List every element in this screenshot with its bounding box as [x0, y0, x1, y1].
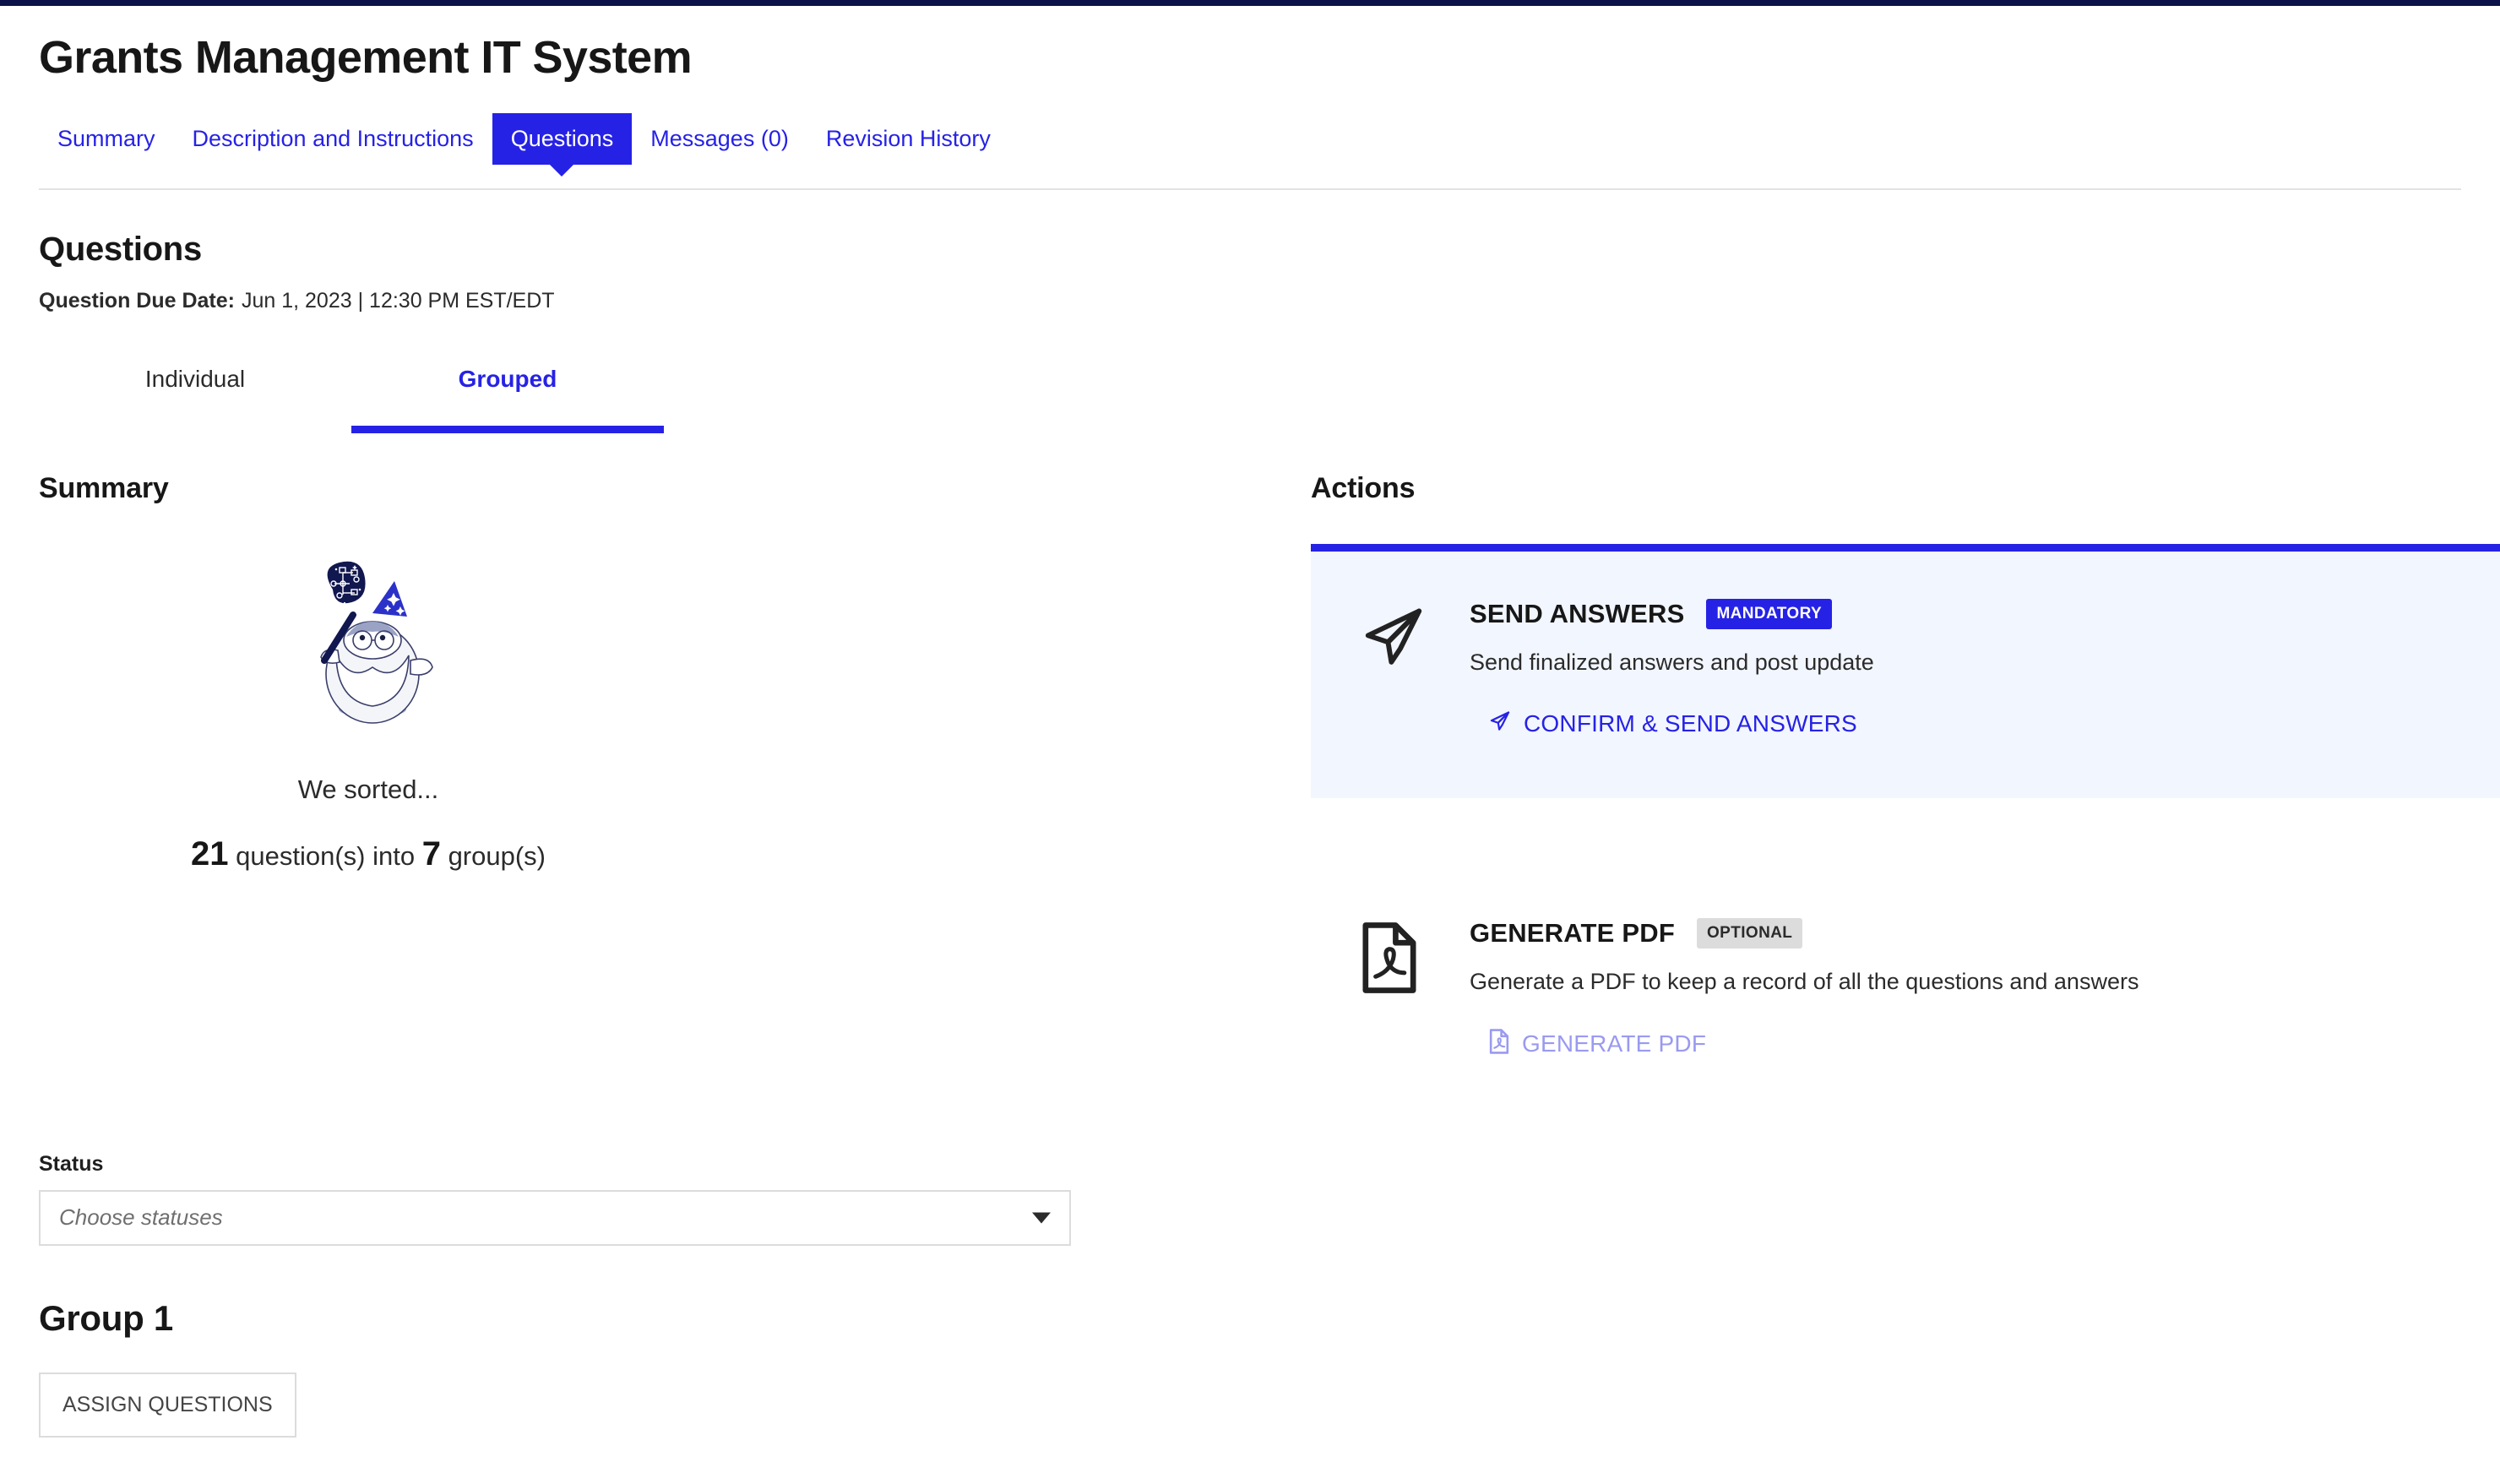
status-select-placeholder: Choose statuses	[59, 1204, 223, 1231]
badge-optional: OPTIONAL	[1696, 917, 1803, 949]
action-head-generate-pdf: GENERATE PDF OPTIONAL	[1470, 917, 2454, 949]
actions-heading: Actions	[1311, 471, 1416, 504]
question-due-date-value: Jun 1, 2023 | 12:30 PM EST/EDT	[241, 288, 555, 313]
pdf-file-icon	[1358, 918, 1436, 1060]
group-count-unit: group(s)	[448, 840, 546, 871]
summary-illustration-block: We sorted... 21 question(s) into 7 group…	[39, 556, 1272, 873]
action-card-send-answers: SEND ANSWERS MANDATORY Send finalized an…	[1311, 543, 2500, 798]
tab-description-and-instructions[interactable]: Description and Instructions	[174, 113, 492, 164]
questions-section-title: Questions	[39, 230, 202, 268]
status-filter: Status Choose statuses	[39, 1152, 1272, 1246]
action-description-generate-pdf: Generate a PDF to keep a record of all t…	[1470, 968, 2139, 994]
generate-pdf-button[interactable]: GENERATE PDF	[1470, 1029, 1706, 1060]
action-head-send-answers: SEND ANSWERS MANDATORY	[1470, 598, 2454, 629]
confirm-and-send-answers-button[interactable]: CONFIRM & SEND ANSWERS	[1470, 709, 1857, 739]
action-card-generate-pdf: GENERATE PDF OPTIONAL Generate a PDF to …	[1311, 841, 2500, 1060]
status-label: Status	[39, 1151, 104, 1176]
action-description-send-answers: Send finalized answers and post update	[1470, 649, 1874, 675]
tab-revision-history[interactable]: Revision History	[807, 113, 1009, 164]
page-title: Grants Management IT System	[39, 32, 693, 83]
summary-column: Summary We sorted... 21 question(s) into…	[39, 472, 1272, 1438]
status-select[interactable]: Choose statuses	[39, 1189, 1071, 1246]
subtab-individual[interactable]: Individual	[39, 366, 351, 433]
confirm-and-send-answers-label: CONFIRM & SEND ANSWERS	[1524, 710, 1857, 737]
pdf-file-icon	[1488, 1029, 1510, 1060]
badge-mandatory: MANDATORY	[1706, 598, 1833, 629]
question-due-date-label: Question Due Date:	[39, 288, 235, 313]
question-count-unit: question(s) into	[236, 840, 416, 871]
tab-messages[interactable]: Messages (0)	[632, 113, 807, 164]
sorted-text: We sorted...	[297, 774, 439, 804]
sorted-counts: 21 question(s) into 7 group(s)	[39, 835, 698, 873]
tab-summary[interactable]: Summary	[39, 113, 174, 164]
top-accent-bar	[0, 0, 2500, 6]
content-columns: Summary We sorted... 21 question(s) into…	[0, 472, 2500, 1438]
assign-questions-button[interactable]: ASSIGN QUESTIONS	[39, 1372, 296, 1438]
wizard-with-wand-illustration	[284, 556, 453, 729]
question-count: 21	[190, 834, 229, 872]
action-body-send-answers: SEND ANSWERS MANDATORY Send finalized an…	[1470, 598, 2454, 739]
subtab-grouped[interactable]: Grouped	[351, 366, 664, 433]
group-title: Group 1	[39, 1297, 173, 1338]
tab-questions[interactable]: Questions	[492, 113, 633, 177]
summary-heading: Summary	[39, 471, 169, 504]
paper-plane-icon	[1358, 599, 1436, 739]
question-view-toggle: Individual Grouped	[0, 366, 2500, 433]
generate-pdf-label: GENERATE PDF	[1522, 1030, 1707, 1057]
action-title-generate-pdf: GENERATE PDF	[1470, 917, 1675, 948]
group-count: 7	[421, 834, 441, 872]
page-root: Grants Management IT System Summary Desc…	[0, 6, 2500, 1438]
chevron-down-icon	[1032, 1212, 1051, 1224]
action-body-generate-pdf: GENERATE PDF OPTIONAL Generate a PDF to …	[1470, 917, 2454, 1060]
main-tab-bar: Summary Description and Instructions Que…	[0, 113, 2500, 177]
paper-plane-icon	[1488, 709, 1512, 739]
actions-column: Actions SEND ANSWERS MANDATORY Send fina…	[1311, 472, 2500, 1060]
action-title-send-answers: SEND ANSWERS	[1470, 598, 1685, 628]
question-due-date: Question Due Date: Jun 1, 2023 | 12:30 PM…	[0, 269, 2500, 313]
